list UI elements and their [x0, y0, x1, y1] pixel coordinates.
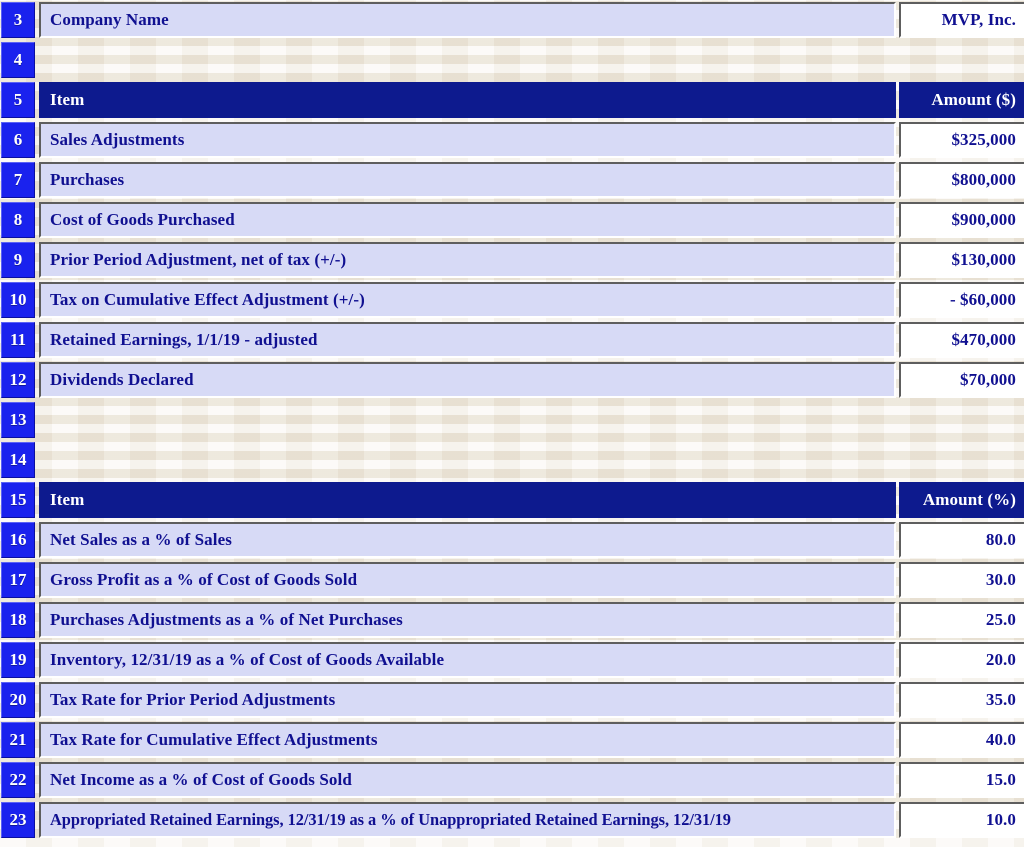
item-amount[interactable]: 25.0 — [899, 602, 1024, 638]
row-header-14[interactable]: 14 — [1, 442, 35, 478]
row-header-10[interactable]: 10 — [1, 282, 35, 318]
table-row: 17 Gross Profit as a % of Cost of Goods … — [0, 560, 1024, 600]
table-row: 9 Prior Period Adjustment, net of tax (+… — [0, 240, 1024, 280]
item-amount[interactable]: 10.0 — [899, 802, 1024, 838]
spreadsheet-grid: 3 Company Name MVP, Inc. 4 5 Item Amount… — [0, 0, 1024, 847]
blank-row: 13 — [0, 400, 1024, 440]
item-label[interactable]: Purchases — [39, 162, 896, 198]
item-label[interactable]: Prior Period Adjustment, net of tax (+/-… — [39, 242, 896, 278]
table-row: 10 Tax on Cumulative Effect Adjustment (… — [0, 280, 1024, 320]
table-row: 21 Tax Rate for Cumulative Effect Adjust… — [0, 720, 1024, 760]
row-header-20[interactable]: 20 — [1, 682, 35, 718]
item-label[interactable]: Purchases Adjustments as a % of Net Purc… — [39, 602, 896, 638]
row-header-6[interactable]: 6 — [1, 122, 35, 158]
empty-cells — [37, 40, 1024, 80]
column-header-amount-dollars[interactable]: Amount ($) — [899, 82, 1024, 118]
empty-cells — [37, 400, 1024, 440]
item-label[interactable]: Inventory, 12/31/19 as a % of Cost of Go… — [39, 642, 896, 678]
row-header-13[interactable]: 13 — [1, 402, 35, 438]
table-row: 22 Net Income as a % of Cost of Goods So… — [0, 760, 1024, 800]
item-amount[interactable]: 15.0 — [899, 762, 1024, 798]
item-label[interactable]: Tax Rate for Prior Period Adjustments — [39, 682, 896, 718]
table-header-row: 15 Item Amount (%) — [0, 480, 1024, 520]
table-row: 19 Inventory, 12/31/19 as a % of Cost of… — [0, 640, 1024, 680]
column-header-item-percent[interactable]: Item — [39, 482, 896, 518]
item-label[interactable]: Retained Earnings, 1/1/19 - adjusted — [39, 322, 896, 358]
table-row: 8 Cost of Goods Purchased $900,000 — [0, 200, 1024, 240]
item-label[interactable]: Tax on Cumulative Effect Adjustment (+/-… — [39, 282, 896, 318]
item-amount[interactable]: $325,000 — [899, 122, 1024, 158]
row-header-16[interactable]: 16 — [1, 522, 35, 558]
blank-row: 4 — [0, 40, 1024, 80]
column-header-item-dollars[interactable]: Item — [39, 82, 896, 118]
item-amount[interactable]: $900,000 — [899, 202, 1024, 238]
item-amount[interactable]: - $60,000 — [899, 282, 1024, 318]
blank-row: 14 — [0, 440, 1024, 480]
table-row: 18 Purchases Adjustments as a % of Net P… — [0, 600, 1024, 640]
table-row: 6 Sales Adjustments $325,000 — [0, 120, 1024, 160]
table-row: 16 Net Sales as a % of Sales 80.0 — [0, 520, 1024, 560]
row-header-8[interactable]: 8 — [1, 202, 35, 238]
row-header-4[interactable]: 4 — [1, 42, 35, 78]
table-row: 20 Tax Rate for Prior Period Adjustments… — [0, 680, 1024, 720]
item-amount[interactable]: $800,000 — [899, 162, 1024, 198]
company-name-label[interactable]: Company Name — [39, 2, 896, 38]
item-amount[interactable]: 35.0 — [899, 682, 1024, 718]
table-header-row: 5 Item Amount ($) — [0, 80, 1024, 120]
item-label[interactable]: Cost of Goods Purchased — [39, 202, 896, 238]
table-row: 12 Dividends Declared $70,000 — [0, 360, 1024, 400]
item-amount[interactable]: $130,000 — [899, 242, 1024, 278]
row-header-19[interactable]: 19 — [1, 642, 35, 678]
row-header-7[interactable]: 7 — [1, 162, 35, 198]
item-label[interactable]: Net Income as a % of Cost of Goods Sold — [39, 762, 896, 798]
row-header-18[interactable]: 18 — [1, 602, 35, 638]
item-label[interactable]: Sales Adjustments — [39, 122, 896, 158]
item-amount[interactable]: 30.0 — [899, 562, 1024, 598]
row-header-21[interactable]: 21 — [1, 722, 35, 758]
item-label[interactable]: Dividends Declared — [39, 362, 896, 398]
row-header-23[interactable]: 23 — [1, 802, 35, 838]
row-header-22[interactable]: 22 — [1, 762, 35, 798]
table-row: 11 Retained Earnings, 1/1/19 - adjusted … — [0, 320, 1024, 360]
row-header-15[interactable]: 15 — [1, 482, 35, 518]
company-name-value[interactable]: MVP, Inc. — [899, 2, 1024, 38]
empty-cells — [37, 440, 1024, 480]
item-label[interactable]: Appropriated Retained Earnings, 12/31/19… — [39, 802, 896, 838]
item-amount[interactable]: $470,000 — [899, 322, 1024, 358]
row-header-17[interactable]: 17 — [1, 562, 35, 598]
item-label[interactable]: Net Sales as a % of Sales — [39, 522, 896, 558]
table-row: 7 Purchases $800,000 — [0, 160, 1024, 200]
item-amount[interactable]: 80.0 — [899, 522, 1024, 558]
item-label[interactable]: Gross Profit as a % of Cost of Goods Sol… — [39, 562, 896, 598]
row-header-11[interactable]: 11 — [1, 322, 35, 358]
item-amount[interactable]: 40.0 — [899, 722, 1024, 758]
row-header-3[interactable]: 3 — [1, 2, 35, 38]
row-header-9[interactable]: 9 — [1, 242, 35, 278]
column-header-amount-percent[interactable]: Amount (%) — [899, 482, 1024, 518]
table-row: 23 Appropriated Retained Earnings, 12/31… — [0, 800, 1024, 840]
item-amount[interactable]: $70,000 — [899, 362, 1024, 398]
item-label[interactable]: Tax Rate for Cumulative Effect Adjustmen… — [39, 722, 896, 758]
row-header-12[interactable]: 12 — [1, 362, 35, 398]
item-amount[interactable]: 20.0 — [899, 642, 1024, 678]
table-row: 3 Company Name MVP, Inc. — [0, 0, 1024, 40]
row-header-5[interactable]: 5 — [1, 82, 35, 118]
